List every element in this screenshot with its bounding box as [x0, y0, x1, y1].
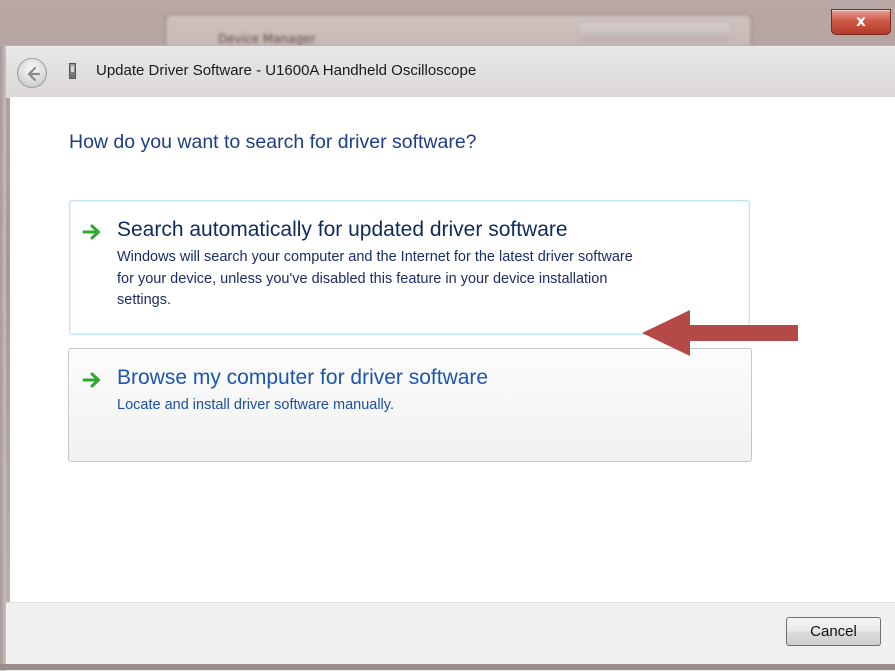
option-description-line: Windows will search your computer and th… [117, 249, 633, 265]
window-frame-bottom [0, 664, 895, 670]
option-description: Locate and install driver software manua… [117, 395, 394, 417]
window-frame-left [0, 45, 6, 670]
browse-computer-option[interactable]: Browse my computer for driver software L… [68, 348, 752, 462]
cancel-button[interactable]: Cancel [786, 617, 881, 646]
option-description: Windows will search your computer and th… [117, 247, 633, 312]
dialog-footer [6, 602, 895, 671]
red-arrow-icon [642, 310, 798, 356]
close-button[interactable]: x [831, 9, 891, 35]
dialog-title: Update Driver Software - U1600A Handheld… [96, 62, 477, 79]
option-description-line: settings. [117, 292, 171, 308]
green-arrow-icon [82, 224, 100, 240]
device-icon [69, 63, 76, 79]
option-description-line: Locate and install driver software manua… [117, 397, 394, 413]
option-title: Browse my computer for driver software [117, 366, 489, 389]
page-heading: How do you want to search for driver sof… [69, 131, 477, 153]
back-arrow-icon [27, 66, 41, 82]
background-window-title: Device Manager [218, 32, 316, 46]
option-description-line: for your device, unless you've disabled … [117, 270, 608, 287]
option-title: Search automatically for updated driver … [117, 218, 568, 241]
background-window-buttons [580, 24, 730, 42]
back-button[interactable] [17, 58, 47, 88]
green-arrow-icon [82, 372, 100, 388]
